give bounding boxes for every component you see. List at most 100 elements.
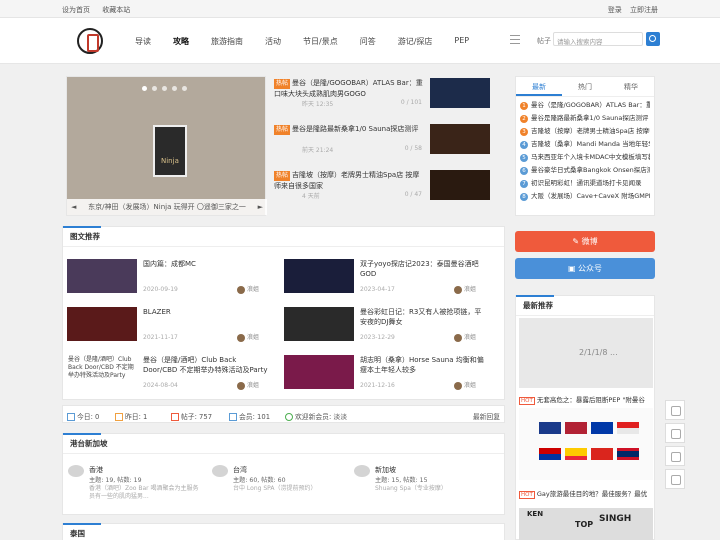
gallery-item-author[interactable]: 浪姐 <box>454 332 476 342</box>
slider-dot[interactable] <box>172 86 177 91</box>
nav-travelogue[interactable]: 游记/探店 <box>398 36 433 47</box>
wechat-button[interactable]: ▣ 公众号 <box>515 258 655 279</box>
gallery-item-title[interactable]: 国内篇：成都MC <box>143 259 271 269</box>
gallery-item[interactable]: 曼谷（是隆/酒吧）Club Back Door/CBD 不定期举办特殊活动及Pa… <box>63 351 273 397</box>
gallery-item[interactable]: 胡志明（桑拿）Horse Sauna 均衡和偏瘦本土年轻人较多 2021-12-… <box>280 351 490 397</box>
headline-thumbnail[interactable] <box>430 78 490 108</box>
forum-name[interactable]: 台湾 <box>233 465 247 475</box>
slider-next-icon[interactable]: ► <box>258 199 263 215</box>
list-item[interactable]: 2 曼谷是隆路最新桑拿1/0 Sauna探店测评 <box>520 112 650 125</box>
login-link[interactable]: 登录 <box>608 6 622 14</box>
list-item-title[interactable]: 吉隆坡（按摩）老牌男士精油Spa店 按摩师 <box>531 127 650 135</box>
headline-item[interactable]: 热帖 曼谷是隆路最新桑拿1/0 Sauna探店测评 前天 21:24 0 / 58 <box>274 124 490 162</box>
forum-name[interactable]: 新加坡 <box>375 465 396 475</box>
forum-card[interactable]: 香港 主题: 19, 帖数: 19 香港（酒吧）Zoo Bar 喝酒聚会为主服务… <box>63 462 203 502</box>
list-item-title[interactable]: 大阪（发展场）Cave+CaveX 附场GMPD和 <box>531 192 650 200</box>
nav-guide[interactable]: 导读 <box>135 36 151 47</box>
recommend-item-title[interactable]: HOT 无套高危之：暴露后阻断PEP "附曼谷 <box>519 394 653 405</box>
site-logo[interactable] <box>77 28 103 54</box>
slider-dot[interactable] <box>182 86 187 91</box>
forum-card[interactable]: 新加坡 主题: 15, 帖数: 15 Shuang Spa（专业按摩） <box>349 462 489 502</box>
bookmark-link[interactable]: 收藏本站 <box>102 6 130 14</box>
list-item[interactable]: 4 吉隆坡（桑拿）Mandi Manda 当地年轻华人 <box>520 138 650 151</box>
gallery-item-author[interactable]: 浪姐 <box>454 380 476 390</box>
recommend-item-text[interactable]: 无套高危之：暴露后阻断PEP "附曼谷 <box>537 396 645 404</box>
gallery-item-title[interactable]: 双子yoyo探店记2023：泰国曼谷酒吧GOD <box>360 259 488 279</box>
nav-pep[interactable]: PEP <box>454 36 469 47</box>
chat-icon[interactable] <box>665 446 685 466</box>
tab-hot[interactable]: 热门 <box>562 77 608 96</box>
search-input[interactable]: 请输入搜索内容 <box>553 32 643 46</box>
recommend-flags-image[interactable] <box>519 408 653 480</box>
nav-strategy[interactable]: 攻略 <box>173 36 189 47</box>
headline-title[interactable]: 吉隆坡（按摩）老牌男士精油Spa店 按摩师来自很多国家 <box>274 171 419 190</box>
headline-thumbnail[interactable] <box>430 170 490 200</box>
gallery-thumbnail[interactable] <box>284 259 354 293</box>
headline-title[interactable]: 曼谷（是隆/GOGOBAR）ATLAS Bar：重口味大块头成熟肌肉男GOGO <box>274 79 423 98</box>
headline-item[interactable]: 热帖 曼谷（是隆/GOGOBAR）ATLAS Bar：重口味大块头成熟肌肉男GOG… <box>274 78 490 116</box>
gallery-item-author[interactable]: 浪姐 <box>237 284 259 294</box>
image-slider[interactable]: Ninja ◄ 东京/神田（发展场）Ninja 玩得开 〇遥御三家之一 ► <box>66 76 267 216</box>
back-to-top-icon[interactable] <box>665 469 685 489</box>
gallery-item-title[interactable]: 曼谷（是隆/酒吧）Club Back Door/CBD 不定期举办特殊活动及Pa… <box>143 355 271 375</box>
gallery-thumbnail[interactable] <box>67 307 137 341</box>
headline-item[interactable]: 热帖 吉隆坡（按摩）老牌男士精油Spa店 按摩师来自很多国家 4 天前 0 / 47 <box>274 170 490 208</box>
gallery-thumbnail[interactable] <box>284 307 354 341</box>
list-item[interactable]: 6 曼谷豪华日式桑拿Bangkok Onsen探店测记 <box>520 164 650 177</box>
search-type-label[interactable]: 帖子 <box>537 36 551 46</box>
gallery-item[interactable]: 双子yoyo探店记2023：泰国曼谷酒吧GOD 2023-04-17 浪姐 <box>280 255 490 301</box>
recommend-image[interactable]: 2/1/1/8 ... <box>519 318 653 388</box>
list-item-title[interactable]: 曼谷豪华日式桑拿Bangkok Onsen探店测记 <box>531 166 650 174</box>
latest-reply-link[interactable]: 最新回复 <box>473 411 500 421</box>
list-item[interactable]: 1 曼谷（是隆/GOGOBAR）ATLAS Bar：重口 <box>520 99 650 112</box>
gallery-item-title[interactable]: BLAZER <box>143 307 271 317</box>
forum-card[interactable]: 台湾 主题: 60, 帖数: 60 台中 Long SPA（涝提前预约） <box>207 462 347 502</box>
search-icon[interactable] <box>646 32 660 46</box>
gallery-thumbnail-broken[interactable]: 曼谷（是隆/酒吧）Club Back Door/CBD 不定期举办特殊活动及Pa… <box>67 355 137 389</box>
list-item-title[interactable]: 曼谷是隆路最新桑拿1/0 Sauna探店测评 <box>531 114 648 122</box>
tab-featured[interactable]: 精华 <box>608 77 654 96</box>
nav-festivals[interactable]: 节日/景点 <box>303 36 338 47</box>
forum-name[interactable]: 香港 <box>89 465 103 475</box>
forum-last-post[interactable]: 香港（酒吧）Zoo Bar 喝酒聚会为主服务员有一些的肌肉猛男... <box>89 485 201 501</box>
edit-icon[interactable] <box>665 423 685 443</box>
nav-events[interactable]: 活动 <box>265 36 281 47</box>
slider-dot[interactable] <box>152 86 157 91</box>
dark-mode-icon[interactable] <box>665 400 685 420</box>
gallery-item-title[interactable]: 胡志明（桑拿）Horse Sauna 均衡和偏瘦本土年轻人较多 <box>360 355 488 375</box>
slider-caption[interactable]: ◄ 东京/神田（发展场）Ninja 玩得开 〇遥御三家之一 ► <box>67 199 267 215</box>
recommend-image[interactable]: KEN SINGH TOP <box>519 508 653 540</box>
gallery-item[interactable]: 曼谷彩虹日记：R3又有人被抢项链，平安夜的DJ舞女 2023-12-29 浪姐 <box>280 303 490 349</box>
gallery-item-author[interactable]: 浪姐 <box>454 284 476 294</box>
list-item-title[interactable]: 吉隆坡（桑拿）Mandi Manda 当地年轻华人 <box>531 140 650 148</box>
nav-qa[interactable]: 问答 <box>360 36 376 47</box>
list-item-title[interactable]: 曼谷（是隆/GOGOBAR）ATLAS Bar：重口 <box>531 101 650 109</box>
weibo-button[interactable]: ✎ 微博 <box>515 231 655 252</box>
gallery-item-title[interactable]: 曼谷彩虹日记：R3又有人被抢项链，平安夜的DJ舞女 <box>360 307 488 327</box>
stat-welcome-text[interactable]: 欢迎新会员: 淡淡 <box>295 413 347 421</box>
list-item[interactable]: 3 吉隆坡（按摩）老牌男士精油Spa店 按摩师 <box>520 125 650 138</box>
gallery-item[interactable]: 国内篇：成都MC 2020-09-19 浪姐 <box>63 255 273 301</box>
tab-latest[interactable]: 最新 <box>516 77 562 96</box>
set-homepage-link[interactable]: 设为首页 <box>62 6 90 14</box>
list-item-title[interactable]: 初识昆明彩虹！通讯渠道场打卡见闻录 <box>531 179 642 187</box>
recommend-item-text[interactable]: Gay旅游最佳目的地？最佳服务？最优 <box>537 490 647 498</box>
headline-thumbnail[interactable] <box>430 124 490 154</box>
list-item[interactable]: 8 大阪（发展场）Cave+CaveX 附场GMPD和 <box>520 190 650 203</box>
gallery-thumbnail[interactable] <box>284 355 354 389</box>
gallery-item-author[interactable]: 浪姐 <box>237 332 259 342</box>
slider-prev-icon[interactable]: ◄ <box>71 199 76 215</box>
list-item[interactable]: 7 初识昆明彩虹！通讯渠道场打卡见闻录 <box>520 177 650 190</box>
menu-icon[interactable] <box>510 35 520 44</box>
register-link[interactable]: 立即注册 <box>630 6 658 14</box>
nav-travel[interactable]: 旅游指南 <box>211 36 243 47</box>
forum-last-post[interactable]: Shuang Spa（专业按摩） <box>375 485 487 493</box>
list-item-title[interactable]: 马来西亚年个入境卡MDAC中文模板填写教 <box>531 153 650 161</box>
slider-dot[interactable] <box>162 86 167 91</box>
gallery-thumbnail[interactable] <box>67 259 137 293</box>
forum-last-post[interactable]: 台中 Long SPA（涝提前预约） <box>233 485 345 493</box>
headline-title[interactable]: 曼谷是隆路最新桑拿1/0 Sauna探店测评 <box>292 125 418 133</box>
gallery-item-author[interactable]: 浪姐 <box>237 380 259 390</box>
slider-dot[interactable] <box>142 86 147 91</box>
recommend-item-title[interactable]: HOT Gay旅游最佳目的地？最佳服务？最优 <box>519 488 653 499</box>
